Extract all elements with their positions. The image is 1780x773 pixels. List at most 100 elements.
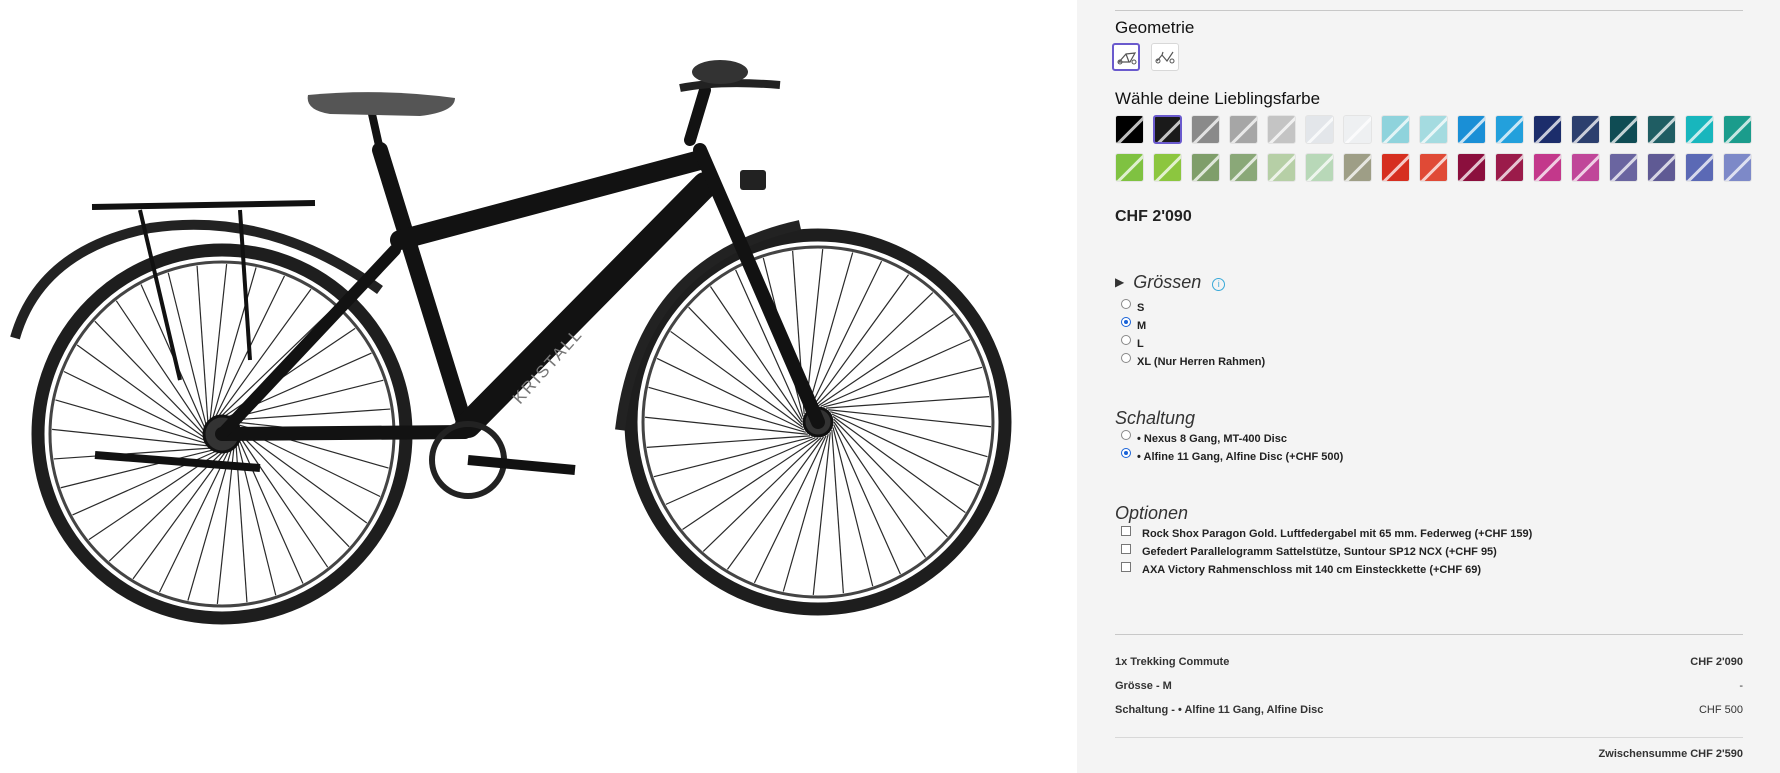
color-swatch[interactable] [1609, 115, 1638, 144]
configurator-panel: Geometrie Wähle deine Lieblingsfarbe CHF… [1077, 0, 1780, 773]
summary-label: Grösse - M [1115, 680, 1172, 692]
subtotal: Zwischensumme CHF 2'590 [1598, 748, 1743, 760]
color-swatch[interactable] [1153, 153, 1182, 182]
color-swatch[interactable] [1115, 153, 1144, 182]
color-swatch[interactable] [1609, 153, 1638, 182]
size-option[interactable]: L [1121, 335, 1144, 350]
spoke [831, 413, 980, 487]
addon-option[interactable]: Rock Shox Paragon Gold. Luftfedergabel m… [1121, 526, 1532, 540]
color-swatch[interactable] [1229, 153, 1258, 182]
spoke [809, 260, 883, 409]
color-swatch[interactable] [1685, 115, 1714, 144]
spoke [94, 320, 207, 438]
expand-toggle-icon: ▶ [1115, 275, 1125, 289]
color-swatch[interactable] [1267, 115, 1296, 144]
size-option[interactable]: XL (Nur Herren Rahmen) [1121, 353, 1266, 368]
geometry-diamond-frame-option[interactable] [1112, 43, 1140, 71]
spoke [665, 437, 816, 505]
shifting-title: Schaltung [1115, 408, 1196, 428]
color-swatch[interactable] [1191, 115, 1220, 144]
color-swatch[interactable] [1419, 115, 1448, 144]
addon-checkbox[interactable] [1121, 544, 1131, 554]
summary-value: CHF 500 [1698, 704, 1743, 716]
color-swatch[interactable] [1533, 153, 1562, 182]
addon-option[interactable]: Gefedert Parallelogramm Sattelstütze, Su… [1121, 544, 1497, 558]
size-option[interactable]: M [1121, 317, 1147, 332]
summary-row: Schaltung - • Alfine 11 Gang, Alfine Dis… [1115, 704, 1743, 716]
info-icon[interactable]: i [1212, 278, 1226, 291]
color-swatch[interactable] [1343, 153, 1372, 182]
addon-label: AXA Victory Rahmenschloss mit 140 cm Ein… [1142, 564, 1481, 576]
product-price: CHF 2'090 [1115, 208, 1192, 225]
color-swatch[interactable] [1571, 115, 1600, 144]
size-radio[interactable] [1121, 299, 1131, 309]
size-radio[interactable] [1121, 335, 1131, 345]
color-swatch[interactable] [1495, 115, 1524, 144]
spoke [688, 306, 803, 426]
color-swatch[interactable] [1191, 153, 1220, 182]
addon-label: Gefedert Parallelogramm Sattelstütze, Su… [1142, 546, 1497, 558]
spoke [656, 357, 805, 431]
color-swatch[interactable] [1685, 153, 1714, 182]
sizes-title[interactable]: ▶ Grössen i [1115, 272, 1226, 293]
color-swatch[interactable] [1457, 115, 1486, 144]
color-swatch[interactable] [1229, 115, 1258, 144]
color-title: Wähle deine Lieblingsfarbe [1115, 89, 1321, 108]
shifting-option[interactable]: • Nexus 8 Gang, MT-400 Disc [1121, 430, 1287, 445]
spoke [63, 370, 209, 443]
addon-checkbox[interactable] [1121, 562, 1131, 572]
spoke [237, 436, 304, 584]
color-swatch[interactable] [1305, 115, 1334, 144]
shifting-radio[interactable] [1121, 448, 1131, 458]
spoke [832, 427, 874, 587]
shifting-label: • Alfine 11 Gang, Alfine Disc (+CHF 500) [1137, 451, 1344, 463]
color-swatch[interactable] [1343, 115, 1372, 144]
divider [1115, 634, 1743, 635]
color-swatch[interactable] [1381, 153, 1410, 182]
size-label: XL (Nur Herren Rahmen) [1137, 356, 1266, 368]
color-swatch[interactable] [1533, 115, 1562, 144]
spoke [237, 433, 329, 568]
color-swatch[interactable] [1571, 153, 1600, 182]
color-swatch[interactable] [1419, 153, 1448, 182]
divider [1115, 10, 1743, 11]
geometry-lowstep-frame-option[interactable] [1151, 43, 1179, 71]
spoke [833, 418, 948, 538]
geometry-title: Geometrie [1115, 18, 1195, 37]
subtotal-row: Zwischensumme CHF 2'590 [1115, 748, 1743, 760]
color-swatch[interactable] [1495, 153, 1524, 182]
color-swatch[interactable] [1381, 115, 1410, 144]
color-swatch[interactable] [1647, 153, 1676, 182]
color-swatch[interactable] [1153, 115, 1182, 144]
lowstep-frame-icon [1155, 51, 1175, 64]
color-swatch[interactable] [1115, 115, 1144, 144]
product-image-area: KRISTALL [0, 0, 1077, 773]
spoke [196, 265, 209, 427]
spoke [825, 396, 990, 409]
addon-option[interactable]: AXA Victory Rahmenschloss mit 140 cm Ein… [1121, 562, 1481, 576]
size-label: S [1137, 302, 1145, 314]
size-label: M [1137, 320, 1147, 332]
bike-image: KRISTALL [10, 60, 1012, 625]
shifting-radio[interactable] [1121, 430, 1131, 440]
spoke [653, 436, 813, 478]
color-swatch[interactable] [1457, 153, 1486, 182]
size-radio[interactable] [1121, 317, 1131, 327]
size-radio[interactable] [1121, 353, 1131, 363]
spoke [817, 313, 954, 407]
size-option[interactable]: S [1121, 299, 1145, 314]
color-swatch[interactable] [1267, 153, 1296, 182]
shifting-option[interactable]: • Alfine 11 Gang, Alfine Disc (+CHF 500) [1121, 448, 1344, 463]
spoke [833, 421, 927, 558]
spoke [820, 339, 971, 407]
spoke [115, 300, 207, 435]
summary-value: - [1739, 680, 1743, 692]
addon-checkbox[interactable] [1121, 526, 1131, 536]
spoke [833, 424, 901, 575]
spoke [823, 366, 983, 408]
color-swatch[interactable] [1305, 153, 1334, 182]
color-swatch[interactable] [1723, 115, 1752, 144]
diamond-frame-icon [1117, 52, 1137, 65]
color-swatch[interactable] [1723, 153, 1752, 182]
color-swatch[interactable] [1647, 115, 1676, 144]
